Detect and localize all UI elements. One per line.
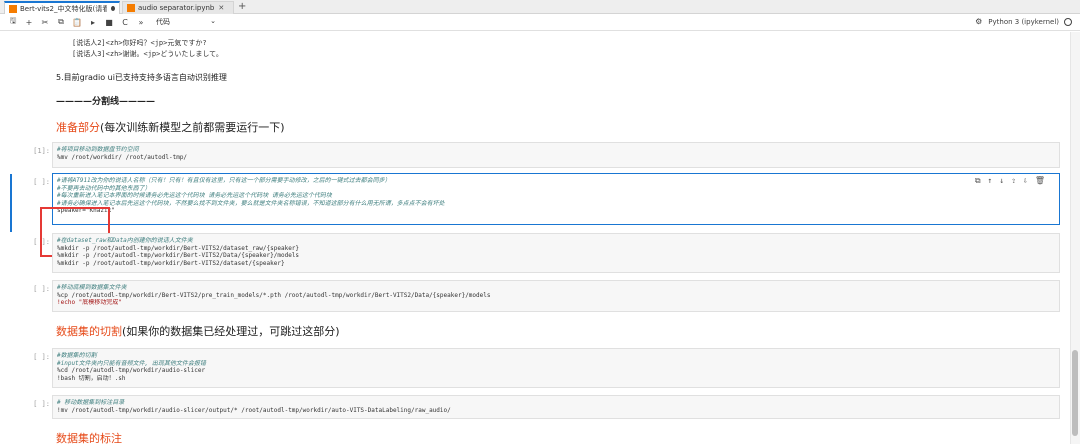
cell-type-select[interactable]: 代码 ⌄ xyxy=(156,17,216,27)
code-line: !echo "底模移动完成" xyxy=(57,299,122,307)
kernel-idle-icon xyxy=(1064,17,1072,26)
code-line: # 移动数据集到标注目录 xyxy=(57,399,125,406)
heading-prepare: 准备部分(每次训练新模型之前都需要运行一下) xyxy=(56,119,285,135)
chevron-down-icon: ⌄ xyxy=(210,17,216,25)
cell-prompt: [ ]: xyxy=(33,353,50,361)
code-line: #移动底模到数据集文件夹 xyxy=(57,284,127,291)
insert-below-icon[interactable]: ⇩ xyxy=(1023,177,1028,185)
code-line: #请务必确保进入笔记本后先运这个代码块，不然要么找不到文件夹，要么就是文件夹名称… xyxy=(57,199,445,207)
code-line: !mv /root/autodl-tmp/workdir/audio-slice… xyxy=(57,406,451,414)
notebook-panel[interactable]: [说话人2]<zh>你好吗？<jp>元気ですか? [说话人3]<zh>谢谢。<j… xyxy=(0,32,1080,444)
active-cell-indicator xyxy=(10,174,12,232)
cell-prompt: [ ]: xyxy=(33,400,50,408)
tab-bar: Bert-vits2_中文特化版(请看notes audio separator… xyxy=(0,0,1080,14)
unsaved-dot-icon[interactable] xyxy=(111,6,115,11)
move-down-icon[interactable]: ↓ xyxy=(999,177,1004,185)
code-line-speaker: speaker="Khazix" xyxy=(57,207,115,215)
markdown-separator: ————分割线———— xyxy=(56,97,156,107)
code-line: #input文件夹内只能有音频文件, 出现其他文件会报错 xyxy=(57,359,206,367)
paste-icon[interactable]: 📋 xyxy=(70,15,84,29)
stop-icon[interactable]: ■ xyxy=(102,15,116,29)
duplicate-icon[interactable]: ⧉ xyxy=(975,177,981,185)
heading-labeling: 数据集的标注 xyxy=(56,430,122,444)
code-cell[interactable]: #移动底模到数据集文件夹 %cp /root/autodl-tmp/workdi… xyxy=(52,280,1060,312)
cell-type-value: 代码 xyxy=(156,18,170,26)
code-cell[interactable]: #数据集的切割 #input文件夹内只能有音频文件, 出现其他文件会报错 %cd… xyxy=(52,348,1060,388)
insert-above-icon[interactable]: ⇪ xyxy=(1011,177,1016,185)
fast-forward-icon[interactable]: » xyxy=(134,15,148,29)
markdown-speaker-line-3: [说话人3]<zh>谢谢。<jp>どういたしまして。 xyxy=(72,50,223,58)
cell-prompt: [ ]: xyxy=(33,178,50,186)
code-line: #不要再去动代码中的其他东西了） xyxy=(57,184,151,192)
code-line: %cd /root/autodl-tmp/workdir/audio-slice… xyxy=(57,367,206,375)
tab-audio-separator[interactable]: audio separator.ipynb ✕ xyxy=(122,1,234,14)
heading-prepare-red: 准备部分 xyxy=(56,121,100,134)
code-cell[interactable]: # 移动数据集到标注目录 !mv /root/autodl-tmp/workdi… xyxy=(52,395,1060,419)
scrollbar-thumb[interactable] xyxy=(1072,350,1078,436)
kernel-label: Python 3 (ipykernel) xyxy=(988,17,1059,26)
cut-icon[interactable]: ✂ xyxy=(38,15,52,29)
code-line: #请将AT911改为你的说话人名称（只有！只有！有且仅有这里，只有这一个部分需要… xyxy=(57,177,391,184)
cell-prompt: [ ]: xyxy=(33,285,50,293)
notebook-icon xyxy=(9,4,17,13)
code-line: %mkdir -p /root/autodl-tmp/workdir/Bert-… xyxy=(57,252,300,260)
copy-icon[interactable]: ⧉ xyxy=(54,15,68,29)
add-icon[interactable]: + xyxy=(22,15,36,29)
run-icon[interactable]: ▸ xyxy=(86,15,100,29)
heading-dataset: 数据集的切割(如果你的数据集已经处理过，可跳过这部分) xyxy=(56,323,340,339)
heading-prepare-black: (每次训练新模型之前都需要运行一下) xyxy=(100,121,285,134)
delete-icon[interactable]: 🗑 xyxy=(1035,177,1045,185)
cell-prompt: [ ]: xyxy=(33,238,50,246)
cell-toolbar: ⧉ ↑ ↓ ⇪ ⇩ 🗑 xyxy=(968,177,1045,185)
gear-icon: ⚙ xyxy=(975,17,983,26)
code-line: %mv /root/workdir/ /root/autodl-tmp/ xyxy=(57,153,188,161)
notebook-toolbar: 🖫 + ✂ ⧉ 📋 ▸ ■ C » 代码 ⌄ ⚙ Python 3 (ipyke… xyxy=(0,14,1080,31)
close-icon[interactable]: ✕ xyxy=(218,4,224,12)
notebook-icon xyxy=(127,4,135,12)
code-line: %mkdir -p /root/autodl-tmp/workdir/Bert-… xyxy=(57,244,300,252)
code-cell[interactable]: #在dataset_raw和Data内创建你的说话人文件夹 %mkdir -p … xyxy=(52,233,1060,273)
code-line: #在dataset_raw和Data内创建你的说话人文件夹 xyxy=(57,237,193,244)
tab-label: audio separator.ipynb xyxy=(138,4,215,12)
markdown-note-5: 5.目前gradio ui已支持支持多语言自动识别推理 xyxy=(56,73,227,82)
new-tab-button[interactable]: + xyxy=(238,1,246,13)
code-cell[interactable]: #将项目移动到数据盘节约空间 %mv /root/workdir/ /root/… xyxy=(52,142,1060,168)
cell-prompt: [1]: xyxy=(33,147,50,155)
markdown-speaker-line-2: [说话人2]<zh>你好吗？<jp>元気ですか? xyxy=(72,39,207,47)
move-up-icon[interactable]: ↑ xyxy=(988,177,993,185)
save-icon[interactable]: 🖫 xyxy=(6,15,20,29)
kernel-status[interactable]: ⚙ Python 3 (ipykernel) xyxy=(975,17,1072,26)
code-line: #数据集的切割 xyxy=(57,352,97,359)
code-line: #将项目移动到数据盘节约空间 xyxy=(57,146,139,153)
tab-label: Bert-vits2_中文特化版(请看notes xyxy=(20,4,107,13)
heading-dataset-red: 数据集的切割 xyxy=(56,325,122,338)
code-line: %mkdir -p /root/autodl-tmp/workdir/Bert-… xyxy=(57,259,285,267)
code-cell-selected[interactable]: #请将AT911改为你的说话人名称（只有！只有！有且仅有这里，只有这一个部分需要… xyxy=(52,173,1060,225)
code-line: !bash 切割，启动！.sh xyxy=(57,374,126,382)
code-line: %cp /root/autodl-tmp/workdir/Bert-VITS2/… xyxy=(57,291,491,299)
tab-bert-vits2-notebook[interactable]: Bert-vits2_中文特化版(请看notes xyxy=(4,1,120,14)
restart-icon[interactable]: C xyxy=(118,15,132,29)
code-line: #每次重新进入笔记本界面的时候请务必先运这个代码块 请务必先运这个代码块 请务必… xyxy=(57,192,332,200)
heading-dataset-black: (如果你的数据集已经处理过，可跳过这部分) xyxy=(122,325,340,338)
heading-labeling-red: 数据集的标注 xyxy=(56,432,122,444)
